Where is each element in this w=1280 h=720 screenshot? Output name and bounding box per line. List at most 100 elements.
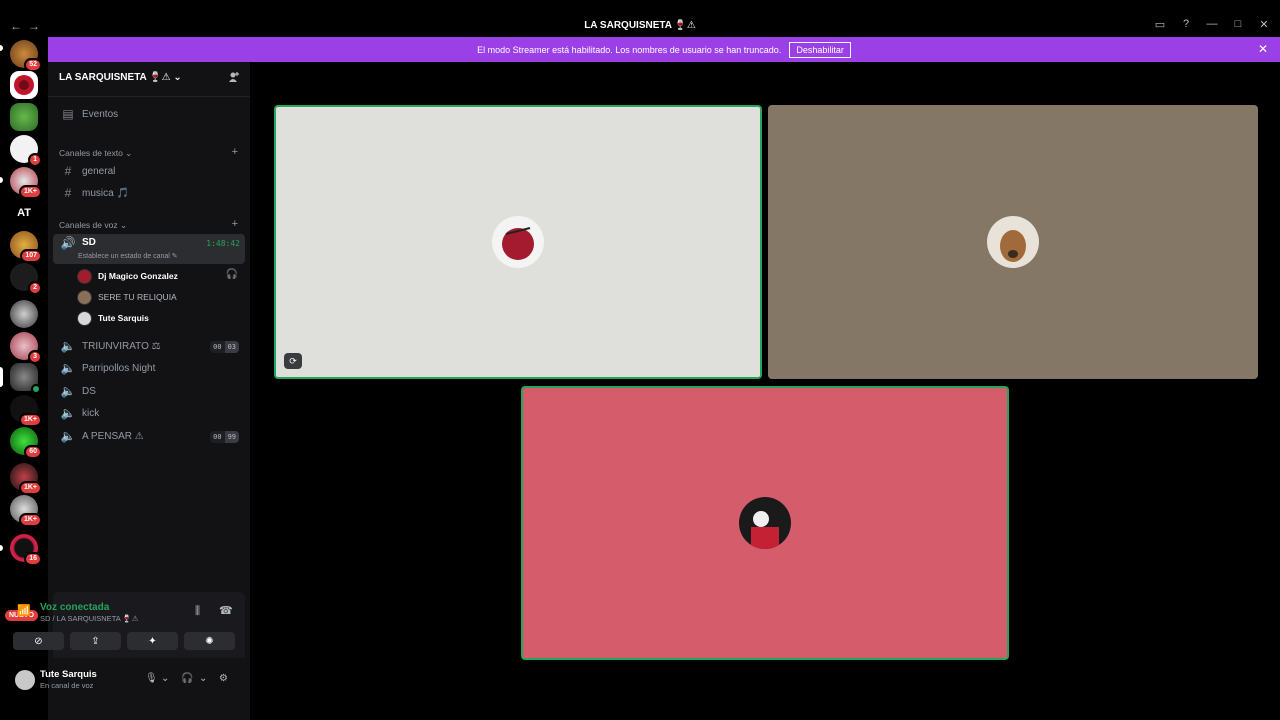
server-logo-icon	[14, 75, 34, 95]
mention-badge: 1K+	[18, 513, 42, 527]
server-icon[interactable]: 107	[10, 231, 42, 263]
server-icon[interactable]: 1K+	[10, 167, 42, 199]
voice-member[interactable]: Dj Magico Gonzalez	[77, 267, 178, 285]
mention-badge: 2	[28, 281, 42, 295]
voice-channel[interactable]: 🔈 kick	[53, 403, 245, 423]
chevron-down-icon: ⌄	[119, 220, 128, 230]
voice-timer: 1:48:42	[206, 239, 240, 248]
chevron-down-icon[interactable]: ⌄	[199, 673, 207, 684]
noise-suppression-icon[interactable]: ⫼	[195, 605, 200, 618]
server-name-header[interactable]: LA SARQUISNETA 🍷⚠ ⌄	[59, 72, 182, 83]
voice-status[interactable]: Voz conectada	[40, 602, 109, 613]
screen-share-icon[interactable]: ⟳	[284, 353, 302, 369]
gear-icon[interactable]: ⚙	[219, 673, 228, 684]
channel-label: A PENSAR ⚠	[82, 430, 144, 442]
events-item[interactable]: ▤ Eventos	[53, 104, 245, 124]
user-panel: Tute Sarquis En canal de voz 🎙 ⌄ 🎧 ⌄ ⚙	[5, 660, 245, 700]
avatar	[77, 310, 92, 326]
member-name: SERE TU RELIQUIA	[98, 292, 177, 302]
close-icon[interactable]: ✕	[1258, 42, 1268, 56]
server-icon[interactable]: 1K+	[10, 395, 42, 427]
participant-avatar	[492, 216, 544, 268]
soundboard-button[interactable]: ✺	[184, 632, 235, 650]
window-title: LA SARQUISNETA 🍷⚠	[584, 20, 696, 31]
chevron-down-icon: ⌄	[125, 148, 133, 158]
streamer-mode-banner: El modo Streamer está habilitado. Los no…	[48, 37, 1280, 62]
text-channel-musica[interactable]: # musica 🎵	[53, 183, 245, 203]
server-icon[interactable]: 52	[10, 40, 42, 72]
mention-badge: 1K+	[18, 413, 42, 427]
voice-channel-sd[interactable]: 🔊 SD 1:48:42 Establece un estado de cana…	[53, 234, 245, 264]
events-label: Eventos	[82, 108, 119, 120]
server-icon[interactable]: 1K+	[10, 463, 42, 495]
category-label: Canales de voz	[59, 220, 118, 230]
add-channel-icon[interactable]: +	[232, 218, 238, 230]
server-icon[interactable]: 2	[10, 263, 42, 295]
mention-badge: 52	[24, 58, 42, 72]
server-icon-selected[interactable]	[10, 363, 41, 394]
inbox-icon[interactable]: ▭	[1154, 18, 1166, 31]
microphone-icon[interactable]: 🎙	[145, 673, 158, 684]
voice-member[interactable]: SERE TU RELIQUIA	[77, 288, 177, 306]
channel-label: Parripollos Night	[82, 362, 156, 374]
server-name: LA SARQUISNETA 🍷⚠	[59, 72, 171, 83]
video-tile-speaking[interactable]: ⟳	[274, 105, 762, 379]
video-tile[interactable]	[768, 105, 1258, 379]
selected-pill	[0, 367, 3, 387]
connection-signal-icon[interactable]: 📶	[17, 604, 31, 617]
banner-text: El modo Streamer está habilitado. Los no…	[477, 44, 782, 55]
user-limit: 99	[224, 431, 239, 443]
user-limit: 03	[224, 341, 239, 353]
voice-member[interactable]: Tute Sarquis	[77, 309, 149, 327]
disable-streamer-button[interactable]: Deshabilitar	[789, 41, 851, 58]
voice-indicator-icon	[31, 384, 41, 394]
calendar-icon: ▤	[62, 107, 74, 121]
server-icon[interactable]	[10, 300, 38, 328]
server-icon[interactable]	[10, 103, 38, 131]
unread-pill	[0, 545, 3, 551]
server-icon[interactable]: 60	[10, 427, 42, 459]
text-category[interactable]: Canales de texto ⌄	[59, 148, 132, 159]
disconnect-icon[interactable]: ☎	[219, 604, 233, 617]
unread-pill	[0, 45, 3, 51]
mention-badge: 1K+	[18, 185, 42, 199]
voice-channel[interactable]: 🔈 DS	[53, 381, 245, 401]
voice-location[interactable]: SD / LA SARQUISNETA 🍷⚠	[40, 614, 138, 623]
minimize-icon[interactable]: —	[1206, 18, 1218, 31]
video-tile-speaking[interactable]	[521, 386, 1009, 660]
headphones-icon[interactable]: 🎧	[181, 673, 193, 684]
maximize-icon[interactable]: □	[1232, 18, 1244, 31]
mention-badge: 3	[28, 350, 42, 364]
member-name: Tute Sarquis	[98, 313, 149, 323]
text-channel-general[interactable]: # general	[53, 161, 245, 181]
speaker-icon: 🔈	[60, 384, 76, 398]
voice-channel[interactable]: 🔈 Parripollos Night	[53, 358, 245, 378]
invite-user-icon[interactable]	[228, 71, 240, 83]
camera-off-button[interactable]: ⊘	[13, 632, 64, 650]
channel-label: musica 🎵	[82, 187, 129, 199]
divider	[48, 96, 250, 97]
server-icon[interactable]: AT	[10, 199, 38, 227]
hashtag-icon: #	[64, 164, 72, 178]
server-initials: AT	[17, 207, 31, 219]
server-icon[interactable]: 16	[10, 534, 42, 566]
set-channel-status[interactable]: Establece un estado de canal ✎	[78, 252, 178, 260]
speaker-icon: 🔈	[60, 339, 76, 353]
activities-button[interactable]: ✦	[127, 632, 178, 650]
server-icon[interactable]: 1K+	[10, 495, 42, 527]
chevron-down-icon[interactable]: ⌄	[161, 673, 169, 684]
avatar[interactable]	[15, 670, 35, 690]
channel-label: general	[82, 165, 116, 177]
user-name[interactable]: Tute Sarquis	[40, 669, 97, 680]
add-channel-icon[interactable]: +	[232, 146, 238, 158]
speaker-icon: 🔈	[60, 361, 76, 375]
voice-category[interactable]: Canales de voz ⌄	[59, 220, 127, 231]
server-icon[interactable]	[10, 71, 38, 99]
screen-share-button[interactable]: ⇪	[70, 632, 121, 650]
close-icon[interactable]: ✕	[1258, 18, 1270, 31]
speaker-icon: 🔊	[60, 236, 76, 250]
server-icon[interactable]: 1	[10, 135, 42, 167]
user-count: 00	[213, 343, 222, 351]
server-icon[interactable]: 3	[10, 332, 42, 364]
help-icon[interactable]: ?	[1180, 18, 1192, 31]
